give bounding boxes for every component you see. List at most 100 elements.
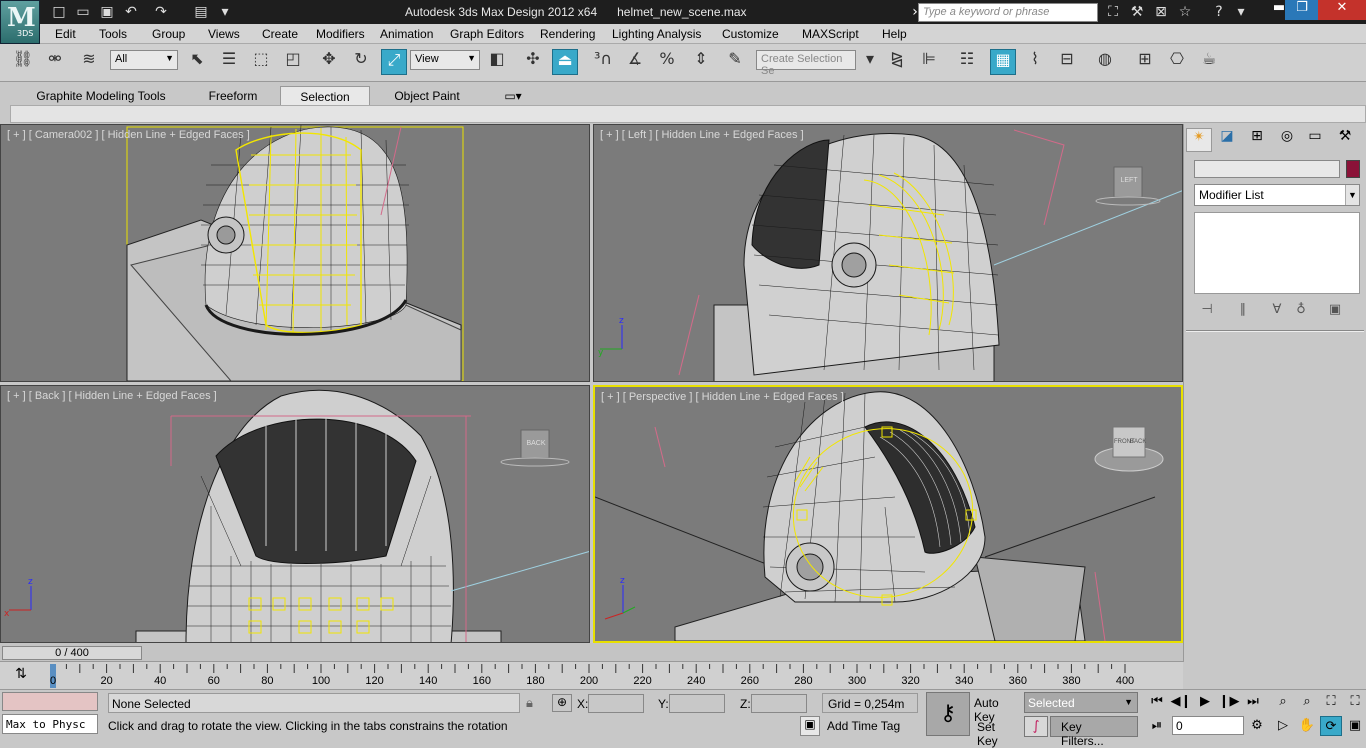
binoculars-icon[interactable]: ⛶ xyxy=(1102,3,1124,22)
current-frame-input[interactable]: 0 xyxy=(1172,716,1244,735)
viewport-label[interactable]: [ + ] [ Left ] [ Hidden Line + Edged Fac… xyxy=(600,129,804,141)
pin-stack-icon[interactable]: ⊣ xyxy=(1196,302,1218,320)
key-filters-button[interactable]: Key Filters... xyxy=(1050,716,1138,748)
remove-modifier-icon[interactable]: ♁ xyxy=(1290,302,1312,320)
named-selection-dropdown-icon[interactable]: ▾ xyxy=(857,49,883,75)
viewcube-left[interactable]: LEFT xyxy=(1116,177,1142,184)
default-tangent-icon[interactable]: ∫ xyxy=(1024,716,1048,737)
select-object-icon[interactable]: ⬉ xyxy=(184,49,210,75)
zoom-extents-icon[interactable]: ⛶ xyxy=(1320,692,1342,712)
key-selection-dropdown[interactable]: Selected ▼ xyxy=(1024,692,1138,713)
maximize-viewport-icon[interactable]: ▣ xyxy=(1344,716,1366,736)
help-dropdown-icon[interactable]: ▾ xyxy=(1230,3,1252,22)
display-tab-icon[interactable]: ▭ xyxy=(1302,128,1328,152)
modifier-list-dropdown[interactable]: Modifier List ▼ xyxy=(1194,184,1360,206)
menu-create[interactable]: Create xyxy=(262,27,298,41)
set-key-button[interactable]: Set Key xyxy=(972,716,1020,748)
modifier-stack[interactable] xyxy=(1194,212,1360,294)
set-key-icon[interactable]: ⚷ xyxy=(926,692,970,736)
keyboard-shortcut-override-icon[interactable]: ⏏ xyxy=(552,49,578,75)
viewcube-front[interactable]: FRONT xyxy=(1114,439,1135,445)
menu-animation[interactable]: Animation xyxy=(380,27,433,41)
time-slider[interactable]: 0 / 400 xyxy=(0,643,1183,661)
unlink-icon[interactable]: ⚮ xyxy=(42,49,68,75)
zoom-icon[interactable]: ⌕ xyxy=(1272,692,1294,712)
motion-tab-icon[interactable]: ◎ xyxy=(1274,128,1300,152)
time-tag-icon[interactable]: ▣ xyxy=(800,716,820,736)
make-unique-icon[interactable]: ∀ xyxy=(1266,302,1288,320)
viewport-label[interactable]: [ + ] [ Camera002 ] [ Hidden Line + Edge… xyxy=(7,129,250,141)
angle-snap-icon[interactable]: ∡ xyxy=(622,49,648,75)
menu-tools[interactable]: Tools xyxy=(99,27,127,41)
menu-maxscript[interactable]: MAXScript xyxy=(802,27,859,41)
viewport-camera[interactable]: [ + ] [ Camera002 ] [ Hidden Line + Edge… xyxy=(0,124,590,382)
snaps-toggle-icon[interactable]: ³∩ xyxy=(590,49,616,75)
viewport-perspective[interactable]: z FRONT BACK [ + ] [ Perspective ] [ Hid… xyxy=(593,385,1183,643)
tab-graphite-modeling-tools[interactable]: Graphite Modeling Tools xyxy=(16,86,186,106)
viewport-label[interactable]: [ + ] [ Perspective ] [ Hidden Line + Ed… xyxy=(601,391,844,403)
select-and-link-icon[interactable]: ⛓ xyxy=(10,49,36,75)
window-crossing-icon[interactable]: ◰ xyxy=(280,49,306,75)
add-time-tag-button[interactable]: Add Time Tag xyxy=(822,717,905,735)
z-coordinate-input[interactable] xyxy=(751,694,807,713)
y-coordinate-input[interactable] xyxy=(669,694,725,713)
menu-lighting-analysis[interactable]: Lighting Analysis xyxy=(612,27,701,41)
spinner-snap-icon[interactable]: ⇕ xyxy=(688,49,714,75)
object-name-field[interactable] xyxy=(1194,160,1340,178)
hierarchy-tab-icon[interactable]: ⊞ xyxy=(1244,128,1270,152)
go-to-end-icon[interactable]: ⏭ xyxy=(1242,692,1264,712)
ribbon-options-icon[interactable]: ▭▾ xyxy=(498,86,528,106)
show-end-result-icon[interactable]: ∥ xyxy=(1232,302,1254,320)
go-to-start-icon[interactable]: ⏮ xyxy=(1146,692,1168,712)
restore-button[interactable]: ❐ xyxy=(1285,0,1319,20)
percent-snap-icon[interactable]: % xyxy=(654,49,680,75)
x-coordinate-input[interactable] xyxy=(588,694,644,713)
lock-icon[interactable]: 🔒︎ xyxy=(526,696,533,711)
listener-swatch[interactable] xyxy=(2,692,98,711)
open-file-icon[interactable]: ▭ xyxy=(72,3,94,21)
viewport-label[interactable]: [ + ] [ Back ] [ Hidden Line + Edged Fac… xyxy=(7,390,217,402)
object-color-swatch[interactable] xyxy=(1346,160,1360,178)
schematic-view-icon[interactable]: ⊟ xyxy=(1054,49,1080,75)
zoom-all-icon[interactable]: ⌕ xyxy=(1296,692,1318,712)
edit-named-selection-icon[interactable]: ✎ xyxy=(722,49,748,75)
named-selection-sets-dropdown[interactable]: Create Selection Se xyxy=(756,50,856,77)
pan-view-icon[interactable]: ✋ xyxy=(1296,716,1318,736)
previous-frame-icon[interactable]: ◀❙ xyxy=(1170,692,1192,712)
next-frame-icon[interactable]: ❙▶ xyxy=(1218,692,1240,712)
viewcube-back-face[interactable]: BACK xyxy=(1130,439,1146,445)
menu-rendering[interactable]: Rendering xyxy=(540,27,595,41)
select-and-scale-icon[interactable]: ⤢ xyxy=(381,49,407,75)
time-slider-thumb[interactable]: 0 / 400 xyxy=(2,646,142,660)
create-tab-icon[interactable]: ✴ xyxy=(1186,128,1212,152)
time-configuration-icon[interactable]: ⚙ xyxy=(1246,716,1268,736)
tab-object-paint[interactable]: Object Paint xyxy=(372,86,482,106)
material-editor-icon[interactable]: ◍ xyxy=(1092,49,1118,75)
app-logo[interactable]: M 3DS xyxy=(0,0,40,44)
modify-tab-icon[interactable]: ◪ xyxy=(1214,128,1240,152)
help-icon[interactable]: ? xyxy=(1208,3,1230,22)
undo-icon[interactable]: ↶ xyxy=(120,3,142,21)
curve-editor-icon[interactable]: ⌇ xyxy=(1022,49,1048,75)
close-button[interactable]: ✕ xyxy=(1318,0,1366,20)
redo-icon[interactable]: ↷ xyxy=(150,3,172,21)
menu-help[interactable]: Help xyxy=(882,27,907,41)
search-input[interactable]: Type a keyword or phrase xyxy=(918,3,1098,22)
key-mode-toggle-icon[interactable]: ⏯ xyxy=(1146,716,1168,736)
field-of-view-icon[interactable]: ▷ xyxy=(1272,716,1294,736)
maxscript-mini-listener[interactable]: Max to Physc xyxy=(2,714,98,734)
select-and-rotate-icon[interactable]: ↻ xyxy=(348,49,374,75)
viewcube-back[interactable]: BACK xyxy=(523,440,549,447)
mini-curve-editor-icon[interactable]: ⇅ xyxy=(10,666,32,686)
render-setup-icon[interactable]: ⊞ xyxy=(1132,49,1158,75)
viewport-back[interactable]: z x BACK [ + ] [ Back ] [ Hidden Line + … xyxy=(0,385,590,643)
graphite-toggle-icon[interactable]: ▦ xyxy=(990,49,1016,75)
communication-center-icon[interactable]: ⊠ xyxy=(1150,3,1172,22)
mirror-icon[interactable]: ⧎ xyxy=(884,49,910,75)
new-file-icon[interactable]: □ xyxy=(48,3,70,21)
menu-customize[interactable]: Customize xyxy=(722,27,779,41)
layer-manager-icon[interactable]: ☷ xyxy=(954,49,980,75)
absolute-mode-icon[interactable]: ⊕ xyxy=(552,694,572,712)
select-manipulate-icon[interactable]: ✣ xyxy=(520,49,546,75)
pivot-center-icon[interactable]: ◧ xyxy=(484,49,510,75)
